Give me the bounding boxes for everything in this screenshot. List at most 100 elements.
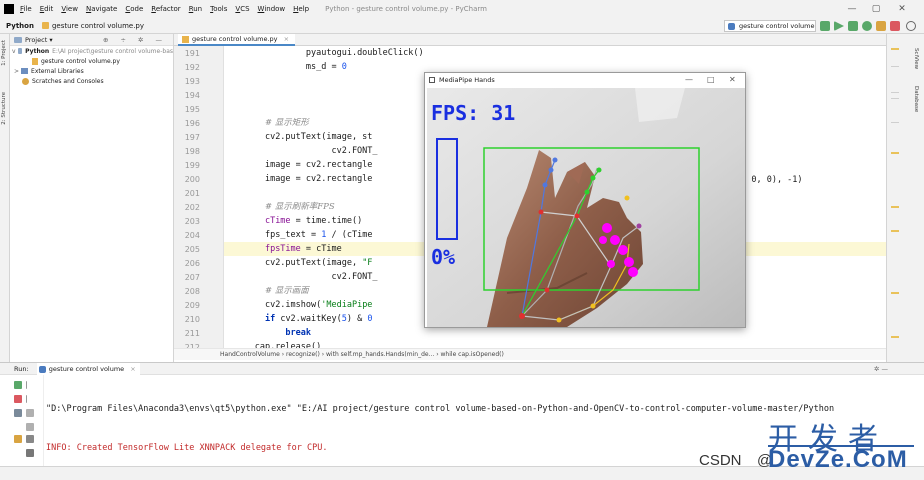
- settings-icon[interactable]: ✲ —: [874, 363, 888, 375]
- line-number[interactable]: 205: [178, 245, 200, 254]
- error-stripe-mark[interactable]: [891, 122, 899, 123]
- line-number[interactable]: 197: [178, 133, 200, 142]
- coverage-icon[interactable]: [862, 21, 872, 31]
- menu-navigate[interactable]: Navigate: [86, 5, 117, 13]
- code-line[interactable]: cap.release(): [224, 340, 886, 348]
- rerun-icon[interactable]: [14, 381, 22, 389]
- navigation-bar: Python gesture control volume.py gesture…: [0, 18, 924, 40]
- python-file-icon: [32, 57, 38, 65]
- error-stripe-mark[interactable]: [891, 336, 899, 338]
- menu-code[interactable]: Code: [125, 5, 143, 13]
- line-number[interactable]: 194: [178, 91, 200, 100]
- menu-vcs[interactable]: VCS: [235, 5, 249, 13]
- line-number[interactable]: 209: [178, 301, 200, 310]
- project-toolbar-icons[interactable]: ⊕ ÷ ✲ —: [103, 36, 167, 44]
- line-number[interactable]: 193: [178, 77, 200, 86]
- wrap-icon[interactable]: [26, 409, 34, 417]
- scroll-end-icon[interactable]: [26, 423, 34, 431]
- line-number[interactable]: 207: [178, 273, 200, 282]
- search-icon[interactable]: [906, 21, 916, 31]
- error-stripe-mark[interactable]: [891, 152, 899, 154]
- tab-close-icon[interactable]: ×: [284, 35, 289, 43]
- menu-file[interactable]: File: [20, 5, 32, 13]
- tree-file[interactable]: gesture control volume.py: [10, 56, 173, 66]
- profile-icon[interactable]: [876, 21, 886, 31]
- run-icon[interactable]: [834, 21, 844, 31]
- line-number[interactable]: 211: [178, 329, 200, 338]
- pin-icon[interactable]: [14, 435, 22, 443]
- structure-tool-tab[interactable]: 2: Structure: [1, 92, 9, 125]
- menu-window[interactable]: Window: [258, 5, 286, 13]
- run-config-dropdown[interactable]: gesture control volume ▾: [724, 20, 816, 40]
- error-stripe-mark[interactable]: [891, 292, 899, 294]
- keypoint: [607, 260, 615, 268]
- code-breadcrumb[interactable]: HandControlVolume › recognize() › with s…: [174, 348, 886, 360]
- trash-icon[interactable]: [26, 449, 34, 457]
- line-number[interactable]: 206: [178, 259, 200, 268]
- stop-icon[interactable]: [890, 21, 900, 31]
- close-button[interactable]: ✕: [896, 3, 908, 15]
- error-stripe-mark[interactable]: [891, 230, 899, 232]
- project-icon: [14, 36, 22, 43]
- line-number[interactable]: 195: [178, 105, 200, 114]
- keypoint: [590, 303, 596, 309]
- tab-close-icon[interactable]: ×: [130, 365, 135, 373]
- error-stripe-mark[interactable]: [891, 66, 899, 67]
- up-icon[interactable]: [26, 381, 34, 389]
- nav-project[interactable]: Python: [6, 22, 34, 30]
- database-tool-tab[interactable]: Database: [913, 86, 919, 112]
- line-number[interactable]: 203: [178, 217, 200, 226]
- window-icon: [429, 77, 435, 83]
- line-number[interactable]: 196: [178, 119, 200, 128]
- error-stripe-mark[interactable]: [891, 98, 899, 99]
- menu-refactor[interactable]: Refactor: [151, 5, 180, 13]
- keypoint: [548, 167, 554, 173]
- code-line[interactable]: break: [224, 326, 886, 340]
- mediapipe-titlebar[interactable]: MediaPipe Hands — □ ✕: [425, 73, 745, 87]
- line-number[interactable]: 202: [178, 203, 200, 212]
- project-tool-tab[interactable]: 1: Project: [1, 40, 9, 66]
- line-number[interactable]: 201: [178, 189, 200, 198]
- tree-scratches[interactable]: Scratches and Consoles: [10, 76, 173, 86]
- error-stripe-mark[interactable]: [891, 48, 899, 50]
- build-icon[interactable]: [820, 21, 830, 31]
- minimize-button[interactable]: —: [846, 3, 858, 15]
- layout-icon[interactable]: [14, 409, 22, 417]
- down-icon[interactable]: [26, 395, 34, 403]
- nav-file[interactable]: gesture control volume.py: [41, 22, 144, 30]
- menu-view[interactable]: View: [61, 5, 78, 13]
- line-number[interactable]: 200: [178, 175, 200, 184]
- mp-minimize-button[interactable]: —: [685, 73, 693, 87]
- debug-icon[interactable]: [848, 21, 858, 31]
- error-stripe-mark[interactable]: [891, 92, 899, 93]
- line-number[interactable]: 210: [178, 315, 200, 324]
- line-number[interactable]: 208: [178, 287, 200, 296]
- tree-root[interactable]: v Python E:\AI project\gesture control v…: [10, 46, 173, 56]
- print-icon[interactable]: [26, 435, 34, 443]
- line-number[interactable]: 191: [178, 49, 200, 58]
- devze-logo-brand: DevZe.CoM: [768, 446, 908, 473]
- line-number-gutter: 191 192 193 194 195 196 197 198 199 200 201 202 203 2…: [174, 46, 224, 348]
- line-number[interactable]: 192: [178, 63, 200, 72]
- console-output[interactable]: "D:\Program Files\Anaconda3\envs\qt5\pyt…: [46, 377, 906, 453]
- line-number[interactable]: 199: [178, 161, 200, 170]
- mp-close-button[interactable]: ✕: [729, 73, 736, 87]
- run-tab[interactable]: gesture control volume ×: [36, 363, 140, 375]
- project-panel-title[interactable]: Project: [25, 36, 47, 44]
- tree-external-libraries[interactable]: > External Libraries: [10, 66, 173, 76]
- sciview-tool-tab[interactable]: SciView: [913, 48, 919, 69]
- menu-run[interactable]: Run: [189, 5, 202, 13]
- menu-tools[interactable]: Tools: [210, 5, 227, 13]
- stop-icon[interactable]: [14, 395, 22, 403]
- keypoint: [624, 195, 630, 201]
- error-stripe-mark[interactable]: [891, 206, 899, 208]
- menu-help[interactable]: Help: [293, 5, 309, 13]
- code-token: cv2.imshow(: [264, 300, 322, 310]
- menu-edit[interactable]: Edit: [40, 5, 54, 13]
- line-number[interactable]: 198: [178, 147, 200, 156]
- code-line[interactable]: pyautogui.doubleClick(): [224, 46, 886, 60]
- editor-tab[interactable]: gesture control volume.py ×: [178, 34, 296, 46]
- line-number[interactable]: 204: [178, 231, 200, 240]
- maximize-button[interactable]: ▢: [870, 3, 882, 15]
- mp-maximize-button[interactable]: □: [707, 73, 715, 87]
